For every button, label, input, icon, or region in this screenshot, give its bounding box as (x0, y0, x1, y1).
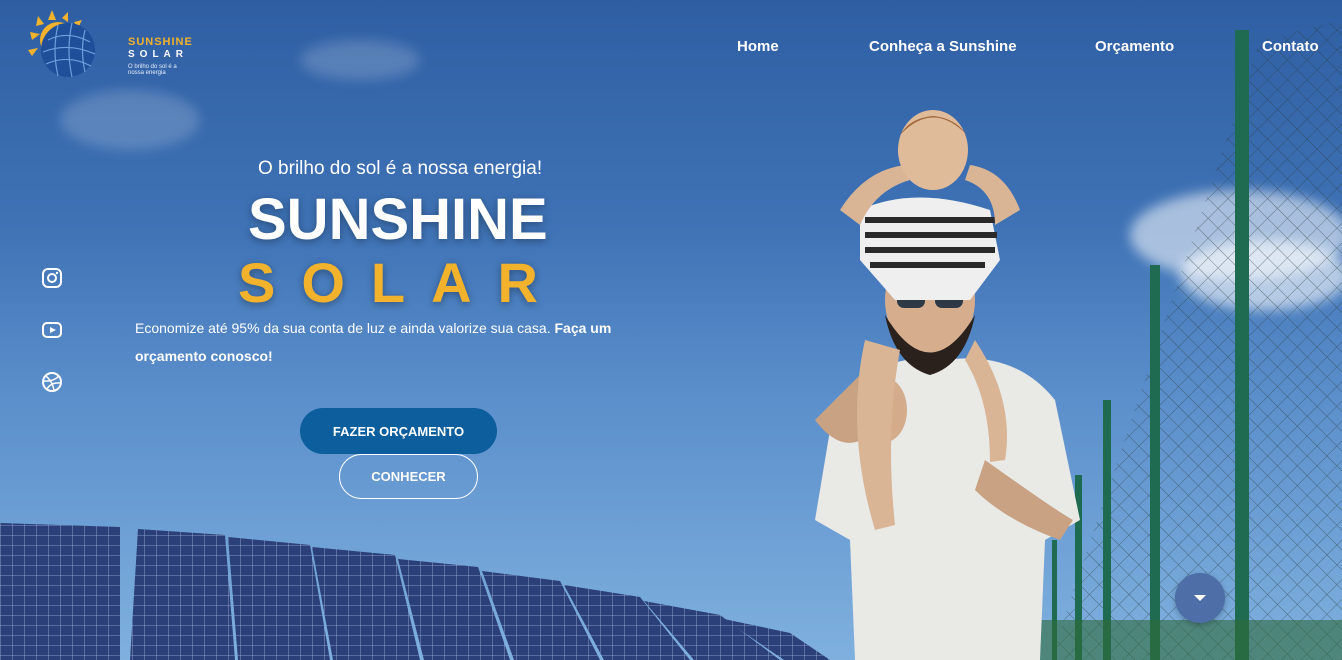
dribbble-link[interactable] (40, 370, 64, 394)
hero-description: Economize até 95% da sua conta de luz e … (135, 314, 625, 370)
dribbble-icon (42, 372, 62, 392)
nav-contato[interactable]: Contato (1262, 38, 1319, 55)
fazer-orcamento-button[interactable]: FAZER ORÇAMENTO (300, 408, 497, 454)
hero-description-text: Economize até 95% da sua conta de luz e … (135, 320, 551, 336)
main-nav: Home Conheça a Sunshine Orçamento Contat… (0, 38, 1342, 58)
chevron-down-icon (1194, 595, 1206, 601)
father-and-child-photo (815, 110, 1080, 660)
hero-title-sunshine: SUNSHINE (248, 187, 548, 252)
cloud (60, 90, 200, 150)
conhecer-button[interactable]: CONHECER (339, 454, 478, 499)
nav-orcamento[interactable]: Orçamento (1095, 38, 1174, 55)
hero-title-solar: SOLAR (238, 251, 564, 314)
nav-conheca[interactable]: Conheça a Sunshine (869, 38, 1017, 55)
youtube-icon (42, 322, 62, 338)
hero-tagline: O brilho do sol é a nossa energia! (258, 158, 543, 179)
hero-section: SUNSHINE SOLAR O brilho do sol é a nossa… (0, 0, 1342, 660)
instagram-icon (42, 268, 62, 288)
scroll-down-button[interactable] (1175, 573, 1225, 623)
solar-panels-image (0, 523, 830, 660)
instagram-link[interactable] (40, 266, 64, 290)
youtube-link[interactable] (40, 318, 64, 342)
logo-slogan: O brilho do sol é a nossa energia (128, 64, 177, 76)
nav-home[interactable]: Home (737, 38, 779, 55)
